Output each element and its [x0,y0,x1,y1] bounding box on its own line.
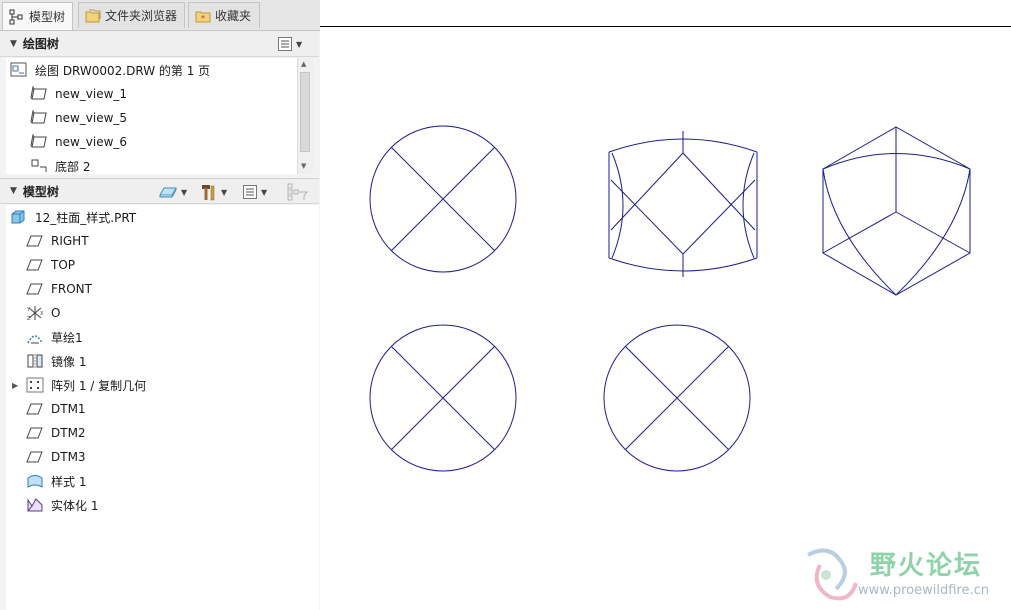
watermark-url: www.proewildfire.cn [858,583,989,598]
drawing-views [369,125,971,472]
drawing-view-isometric[interactable] [822,126,971,296]
drawing-view-circle-2[interactable] [369,324,517,472]
drawing-view-cylinder-front[interactable] [608,131,758,277]
drawing-view-circle-1[interactable] [369,125,517,273]
forum-watermark: 野火论坛 www.proewildfire.cn [800,545,1005,605]
drawing-view-circle-3[interactable] [603,324,751,472]
watermark-title: 野火论坛 [870,551,983,581]
watermark-logo-icon [807,548,858,601]
